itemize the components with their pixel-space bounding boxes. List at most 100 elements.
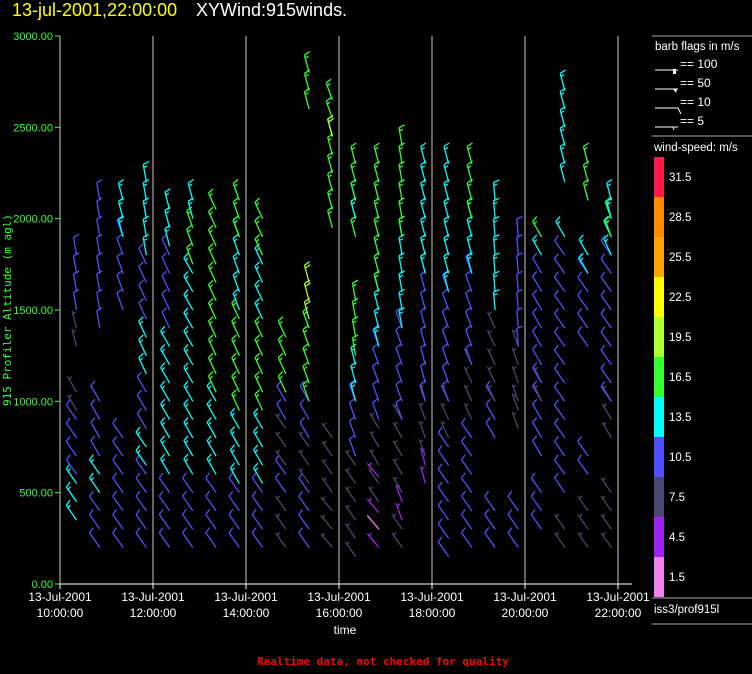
wind-barb [577,271,589,293]
wind-barb [486,311,496,329]
wind-barb [183,362,194,384]
wind-barb [492,215,500,237]
wind-barb [600,289,612,311]
wind-barb [164,206,171,228]
wind-barb [232,197,240,219]
wind-barb [183,435,194,457]
wind-barb [463,366,473,384]
wind-barb [373,178,380,201]
wind-barb [96,197,103,219]
wind-barb [492,179,500,201]
wind-barb [366,532,380,548]
wind-barb [96,215,103,238]
wind-barb [578,234,589,256]
wind-barb [420,288,427,311]
wind-barb [160,398,171,420]
wind-barb [373,288,380,311]
wind-barb [420,197,427,219]
barb-legend-item: == 10 [655,95,711,115]
wind-barb [251,527,264,548]
wind-barb [484,527,496,548]
wind-barb [441,288,450,311]
wind-barb [298,508,310,530]
wind-barb [350,160,357,183]
wind-barb [117,178,125,201]
wind-barb [183,307,194,329]
wind-barb [350,215,357,238]
x-tick-time: 10:00:00 [37,606,84,620]
wind-barb [532,307,543,329]
wind-barb [276,398,287,420]
wind-barb [554,234,566,256]
colorbar-swatch [654,437,664,477]
wind-barb [320,532,333,548]
wind-barb [207,206,217,229]
wind-barb [600,253,612,274]
wind-barb [320,496,333,512]
wind-barb [275,531,287,548]
wind-barb [298,449,310,466]
wind-barb [228,527,240,548]
wind-barb [554,326,566,347]
y-tick-label: 3000.00 [13,31,53,43]
wind-barb [117,197,125,219]
wind-barb [116,233,124,256]
wind-barb [254,316,264,338]
wind-barb [327,169,334,192]
wind-barb [254,352,264,375]
x-tick-time: 20:00:00 [502,606,549,620]
wind-barb [443,252,450,274]
wind-barb [398,233,405,256]
wind-barb [392,421,403,439]
wind-barb [112,454,124,475]
wind-barb [90,398,101,420]
x-tick-time: 14:00:00 [223,606,270,620]
x-tick-date: 13-Jul-2001 [307,590,371,604]
wind-barb [96,179,103,201]
wind-barb [511,365,519,384]
wind-barb [160,453,171,475]
wind-barb [231,389,240,411]
wind-barb [484,490,496,512]
wind-barb [348,416,357,439]
wind-barb [418,420,426,439]
wind-barb [461,508,473,530]
colorbar-label: 13.5 [669,412,691,424]
barb-legend-title: barb flags in m/s [655,41,740,53]
wind-barb [207,261,217,283]
wind-barb [516,270,523,292]
wind-barb [351,316,359,338]
wind-barb [441,361,450,384]
wind-barb [232,215,240,238]
wind-barb [440,421,450,439]
wind-barb [530,490,543,512]
wind-barb [600,362,612,384]
wind-barb [398,124,405,146]
wind-barb [601,421,612,439]
wind-barb [601,403,612,420]
wind-barb [206,417,217,439]
wind-barb [320,514,333,530]
wind-barb [511,347,519,366]
wind-barb [461,454,473,475]
wind-barb [437,445,450,466]
wind-barb [186,224,194,247]
wind-barb [554,472,566,494]
wind-barb [373,160,380,183]
wind-barb [443,142,450,165]
wind-barb [351,279,359,301]
wind-barb [555,216,566,238]
wind-barb [348,398,357,420]
wind-barb [254,197,264,219]
wind-barb [532,289,543,311]
time-gridlines [152,36,619,584]
wind-barb [516,252,523,274]
wind-barb [373,215,380,238]
wind-barb [275,472,287,494]
wind-barb [65,417,78,439]
wind-barb [344,468,357,484]
wind-barb [112,417,124,439]
wind-barb [420,160,427,183]
wind-barb [511,384,519,402]
wind-barb [441,343,450,366]
